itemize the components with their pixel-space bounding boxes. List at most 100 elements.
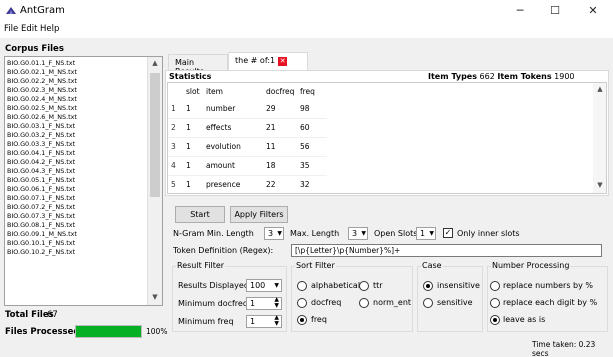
results-displayed-label: Results Displayed xyxy=(178,281,249,290)
col-header-docfreq[interactable]: docfreq xyxy=(263,83,297,99)
case-insensitive-radio[interactable] xyxy=(423,281,433,291)
menu-edit[interactable]: Edit xyxy=(21,24,37,34)
corpus-file-item[interactable]: BIO.G0.07.3_F_NS.txt xyxy=(7,212,145,221)
table-cell: 56 xyxy=(297,137,327,157)
corpus-file-item[interactable]: BIO.G0.02.4_M_NS.txt xyxy=(7,95,145,104)
sort-norm-ent-radio[interactable] xyxy=(359,298,369,308)
minimize-button[interactable]: ─ xyxy=(505,4,535,18)
corpus-file-item[interactable]: BIO.G0.03.3_F_NS.txt xyxy=(7,140,145,149)
results-displayed-select[interactable]: 100 ▼ xyxy=(246,279,282,292)
corpus-file-item[interactable]: BIO.G0.08.1_F_NS.txt xyxy=(7,221,145,230)
min-freq-spinner[interactable]: 1 ▲ ▼ xyxy=(246,315,282,328)
chevron-down-icon: ▼ xyxy=(274,282,279,289)
col-header-slot[interactable]: slot xyxy=(183,83,203,99)
close-window-button[interactable]: ✕ xyxy=(578,4,608,18)
corpus-file-item[interactable]: BIO.G0.10.1_F_NS.txt xyxy=(7,239,145,248)
chevron-up-icon[interactable]: ▲ xyxy=(148,59,162,67)
replace-numbers-radio[interactable] xyxy=(490,281,500,291)
corpus-file-item[interactable]: BIO.G0.04.1_F_NS.txt xyxy=(7,149,145,158)
token-def-input[interactable]: [\p{Letter}\p{Number}%]+ xyxy=(291,244,602,257)
token-def-label: Token Definition (Regex): xyxy=(173,246,274,255)
results-table: slot item docfreq freq 1 1 number 29 98 2 1 eff… xyxy=(168,83,327,193)
corpus-file-item[interactable]: BIO.G0.02.6_M_NS.txt xyxy=(7,113,145,122)
maximize-button[interactable]: ☐ xyxy=(540,4,570,18)
token-def-value: [\p{Letter}\p{Number}%]+ xyxy=(295,246,401,255)
corpus-file-list[interactable]: BIO.G0.01.1_F_NS.txt BIO.G0.02.1_M_NS.txt… xyxy=(4,56,163,306)
table-cell: 32 xyxy=(297,175,327,193)
title-bar: AntGram ─ ☐ ✕ xyxy=(0,0,613,22)
chevron-down-icon[interactable]: ▼ xyxy=(148,293,162,301)
corpus-files-title: Corpus Files xyxy=(5,44,64,54)
corpus-file-item[interactable]: BIO.G0.01.1_F_NS.txt xyxy=(7,59,145,68)
table-row[interactable]: 3 1 evolution 11 56 xyxy=(168,137,327,157)
apply-filters-button[interactable]: Apply Filters xyxy=(230,206,288,223)
corpus-items: BIO.G0.01.1_F_NS.txt BIO.G0.02.1_M_NS.txt… xyxy=(7,59,145,257)
table-header-row: slot item docfreq freq xyxy=(168,83,327,99)
corpus-file-item[interactable]: BIO.G0.02.2_M_NS.txt xyxy=(7,77,145,86)
sort-filter-title: Sort Filter xyxy=(295,261,336,270)
table-cell: 1 xyxy=(183,99,203,119)
item-tokens-value: 1900 xyxy=(554,72,575,81)
corpus-scrollbar[interactable]: ▲ ▼ xyxy=(147,57,162,305)
table-row[interactable]: 5 1 presence 22 32 xyxy=(168,175,327,193)
corpus-file-item[interactable]: BIO.G0.04.2_F_NS.txt xyxy=(7,158,145,167)
menu-file[interactable]: File xyxy=(4,24,18,34)
chevron-up-icon[interactable]: ▲ xyxy=(593,85,606,93)
col-header-index xyxy=(168,83,183,99)
corpus-file-item[interactable]: BIO.G0.02.3_M_NS.txt xyxy=(7,86,145,95)
corpus-file-item[interactable]: BIO.G0.06.1_F_NS.txt xyxy=(7,185,145,194)
ngram-min-select[interactable]: 3 ▼ xyxy=(264,227,284,240)
tab-results-query[interactable]: the # of:1 ✕ xyxy=(228,52,308,71)
only-inner-slots-label: Only inner slots xyxy=(457,229,520,238)
sort-freq-radio[interactable] xyxy=(297,315,307,325)
close-icon[interactable]: ✕ xyxy=(278,57,288,66)
results-table-container[interactable]: slot item docfreq freq 1 1 number 29 98 2 1 eff… xyxy=(167,82,607,194)
table-row[interactable]: 1 1 number 29 98 xyxy=(168,99,327,119)
sort-ttr-radio[interactable] xyxy=(359,281,369,291)
start-button[interactable]: Start xyxy=(175,206,225,223)
corpus-file-item[interactable]: BIO.G0.10.2_F_NS.txt xyxy=(7,248,145,257)
spinner-arrows-icon[interactable]: ▲ ▼ xyxy=(274,297,279,309)
menu-help[interactable]: Help xyxy=(40,24,59,34)
corpus-file-item[interactable]: BIO.G0.05.1_F_NS.txt xyxy=(7,176,145,185)
table-cell: 29 xyxy=(263,99,297,119)
corpus-file-item[interactable]: BIO.G0.03.2_F_NS.txt xyxy=(7,131,145,140)
case-sensitive-radio[interactable] xyxy=(423,298,433,308)
replace-digits-label: replace each digit by % xyxy=(503,298,598,307)
table-row[interactable]: 4 1 amount 18 35 xyxy=(168,156,327,176)
sort-docfreq-radio[interactable] xyxy=(297,298,307,308)
table-cell: 3 xyxy=(168,137,183,157)
min-docfreq-spinner[interactable]: 1 ▲ ▼ xyxy=(246,297,282,310)
max-length-select[interactable]: 3 ▼ xyxy=(348,227,368,240)
corpus-file-item[interactable]: BIO.G0.03.1_F_NS.txt xyxy=(7,122,145,131)
menu-bar: File Edit Help xyxy=(0,22,613,38)
corpus-file-item[interactable]: BIO.G0.02.5_M_NS.txt xyxy=(7,104,145,113)
open-slots-select[interactable]: 1 ▼ xyxy=(416,227,436,240)
tab-main-results[interactable]: Main Results xyxy=(168,54,228,76)
col-header-item[interactable]: item xyxy=(203,83,263,99)
case-insensitive-label: insensitive xyxy=(437,281,480,290)
sort-alphabetical-radio[interactable] xyxy=(297,281,307,291)
chevron-down-icon: ▼ xyxy=(429,230,434,237)
corpus-file-item[interactable]: BIO.G0.07.2_F_NS.txt xyxy=(7,203,145,212)
corpus-file-item[interactable]: BIO.G0.02.1_M_NS.txt xyxy=(7,68,145,77)
open-slots-value: 1 xyxy=(420,229,426,238)
table-row[interactable]: 2 1 effects 21 60 xyxy=(168,118,327,138)
col-header-freq[interactable]: freq xyxy=(297,83,327,99)
table-cell: 1 xyxy=(183,156,203,176)
only-inner-slots-checkbox[interactable]: ✓ xyxy=(443,228,453,238)
spinner-arrows-icon[interactable]: ▲ ▼ xyxy=(274,315,279,327)
leave-as-is-radio[interactable] xyxy=(490,315,500,325)
corpus-file-item[interactable]: BIO.G0.09.1_M_NS.txt xyxy=(7,230,145,239)
max-length-value: 3 xyxy=(352,229,358,238)
tab-results-query-label: the # of:1 xyxy=(235,56,276,65)
table-scrollbar[interactable]: ▲ ▼ xyxy=(593,83,606,193)
corpus-file-item[interactable]: BIO.G0.07.1_F_NS.txt xyxy=(7,194,145,203)
corpus-file-item[interactable]: BIO.G0.04.3_F_NS.txt xyxy=(7,167,145,176)
chevron-down-icon[interactable]: ▼ xyxy=(593,181,606,189)
table-cell: 98 xyxy=(297,99,327,119)
corpus-scroll-thumb[interactable] xyxy=(150,73,160,197)
progress-fill xyxy=(76,326,141,337)
leave-as-is-label: leave as is xyxy=(503,315,546,324)
replace-digits-radio[interactable] xyxy=(490,298,500,308)
